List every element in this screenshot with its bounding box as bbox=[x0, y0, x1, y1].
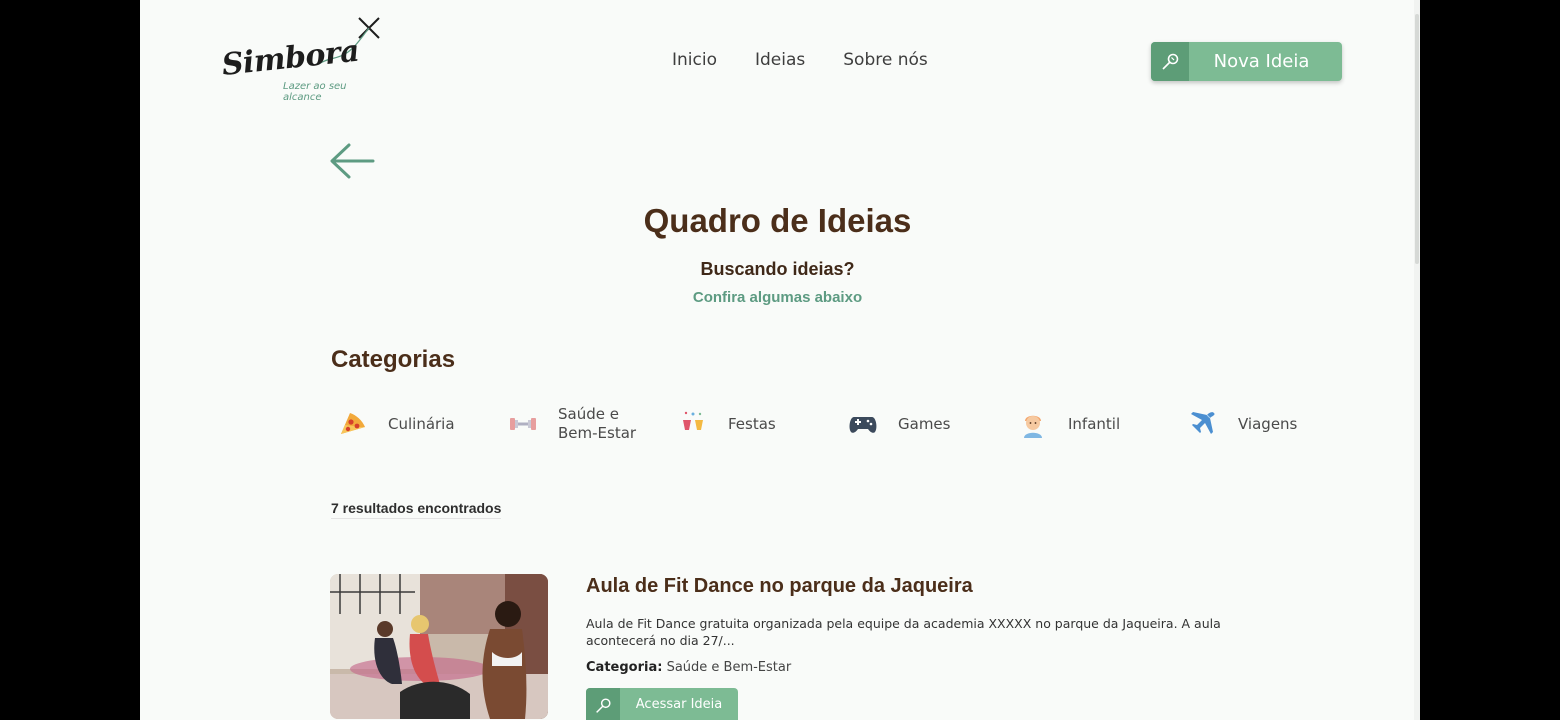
scrollbar-thumb[interactable] bbox=[1415, 14, 1419, 264]
category-saude[interactable]: Saúde e Bem-Estar bbox=[501, 402, 671, 446]
access-idea-label: Acessar Ideia bbox=[635, 697, 723, 712]
brand-name: Simbora bbox=[220, 33, 361, 83]
idea-card-image[interactable] bbox=[330, 574, 548, 719]
brand-tagline: Lazer ao seu alcance bbox=[283, 81, 347, 103]
category-games[interactable]: Games bbox=[841, 402, 1011, 446]
pizza-icon bbox=[331, 402, 375, 446]
gamepad-icon bbox=[841, 402, 885, 446]
nav-link-sobre-nos[interactable]: Sobre nós bbox=[843, 50, 928, 70]
category-label: Saúde e Bem-Estar bbox=[558, 405, 637, 442]
idea-card-description: Aula de Fit Dance gratuita organizada pe… bbox=[586, 616, 1221, 648]
results-count: 7 resultados encontrados bbox=[331, 500, 502, 519]
nav-link-inicio[interactable]: Inicio bbox=[672, 50, 717, 70]
category-culinaria[interactable]: Culinária bbox=[331, 402, 501, 446]
page-subtitle: Buscando ideias? bbox=[700, 259, 855, 279]
category-list: Culinária Saúde e Bem-Estar Festas Games… bbox=[331, 402, 1351, 446]
lightbulb-icon bbox=[1151, 42, 1189, 81]
dumbbell-icon bbox=[501, 402, 545, 446]
category-label: Viagens bbox=[1238, 414, 1298, 433]
category-label: Games bbox=[898, 414, 951, 433]
new-idea-button[interactable]: Nova Ideia bbox=[1151, 42, 1342, 81]
category-infantil[interactable]: Infantil bbox=[1011, 402, 1181, 446]
idea-card-category-label: Categoria: bbox=[586, 660, 663, 675]
brand-logo[interactable]: Simbora Lazer ao seu alcance bbox=[220, 14, 382, 103]
page: Simbora Lazer ao seu alcance Inicio Idei… bbox=[140, 0, 1420, 720]
category-label: Festas bbox=[728, 414, 776, 433]
airplane-icon bbox=[1181, 402, 1225, 446]
idea-card-category-value: Saúde e Bem-Estar bbox=[666, 660, 792, 675]
nav-link-ideias[interactable]: Ideias bbox=[755, 50, 805, 70]
access-idea-button[interactable]: Acessar Ideia bbox=[586, 688, 738, 720]
category-festas[interactable]: Festas bbox=[671, 402, 841, 446]
idea-card-title[interactable]: Aula de Fit Dance no parque da Jaqueira bbox=[586, 575, 973, 598]
party-icon bbox=[671, 402, 715, 446]
baby-icon bbox=[1011, 402, 1055, 446]
page-title: Quadro de Ideias bbox=[643, 202, 912, 239]
back-arrow-icon[interactable] bbox=[329, 142, 375, 185]
new-idea-label: Nova Ideia bbox=[1213, 51, 1310, 72]
page-scrollbar[interactable] bbox=[1414, 0, 1420, 720]
lightbulb-icon bbox=[586, 688, 620, 720]
main-nav: Inicio Ideias Sobre nós bbox=[672, 50, 928, 70]
page-subtitle-link: Confira algumas abaixo bbox=[692, 289, 863, 306]
categories-heading: Categorias bbox=[331, 346, 456, 373]
category-label: Culinária bbox=[388, 414, 455, 433]
category-viagens[interactable]: Viagens bbox=[1181, 402, 1351, 446]
category-label: Infantil bbox=[1068, 414, 1121, 433]
idea-card-category: Categoria: Saúde e Bem-Estar bbox=[586, 660, 791, 675]
